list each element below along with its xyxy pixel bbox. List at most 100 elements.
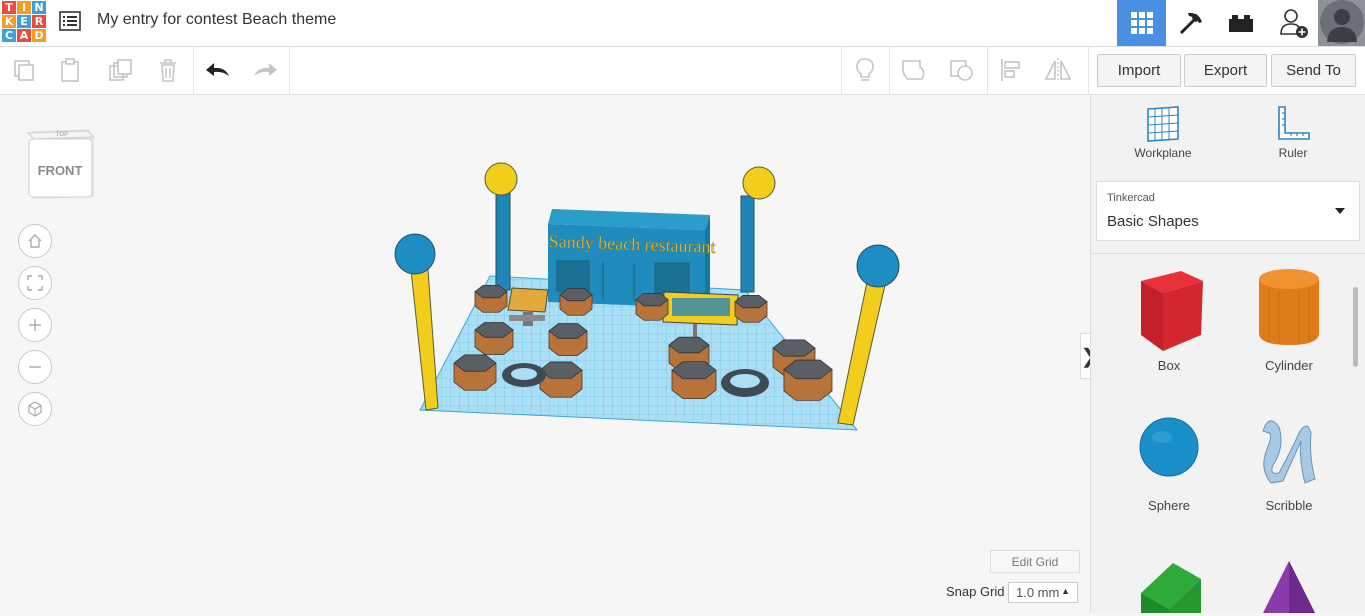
add-user-icon bbox=[1279, 9, 1308, 38]
shape-sphere[interactable]: Sphere bbox=[1119, 407, 1219, 513]
paste-icon bbox=[61, 58, 79, 82]
scene: Sandy beach restaurant bbox=[394, 162, 900, 431]
roof-icon bbox=[1141, 563, 1201, 613]
shape-roof[interactable] bbox=[1119, 553, 1219, 616]
shape-label: Scribble bbox=[1265, 498, 1313, 513]
stool bbox=[548, 323, 588, 356]
shape-label: Box bbox=[1157, 358, 1181, 373]
sphere-icon bbox=[1139, 417, 1199, 477]
workplane-label: Workplane bbox=[1134, 146, 1192, 160]
snap-grid-label: Snap Grid bbox=[946, 584, 1005, 599]
scribble-icon bbox=[1262, 420, 1316, 484]
shape-box[interactable]: Box bbox=[1119, 265, 1219, 373]
stool bbox=[453, 354, 497, 391]
library-category: Tinkercad bbox=[1107, 192, 1155, 204]
stool bbox=[671, 361, 717, 400]
design-list-icon[interactable] bbox=[59, 10, 81, 32]
stool bbox=[734, 294, 768, 323]
blue-pole-back-left bbox=[484, 162, 518, 291]
duplicate-button[interactable] bbox=[105, 55, 135, 85]
shape-label: Cylinder bbox=[1265, 358, 1313, 373]
paste-button[interactable] bbox=[56, 55, 86, 85]
workplane-tool[interactable]: Workplane bbox=[1118, 105, 1208, 160]
ruler-tool[interactable]: Ruler bbox=[1248, 105, 1338, 160]
redo-button[interactable] bbox=[250, 55, 280, 85]
logo-letter: I bbox=[17, 1, 31, 14]
design-title[interactable]: My entry for contest Beach theme bbox=[97, 11, 336, 29]
redo-icon bbox=[254, 63, 277, 76]
bricks-button[interactable] bbox=[1216, 0, 1265, 46]
pickaxe-icon bbox=[1179, 12, 1202, 35]
import-button[interactable]: Import bbox=[1097, 54, 1181, 87]
ruler-label: Ruler bbox=[1278, 146, 1308, 160]
stool bbox=[539, 361, 583, 398]
logo-letter: A bbox=[17, 29, 31, 42]
export-button[interactable]: Export bbox=[1184, 54, 1267, 87]
shape-scribble[interactable]: Scribble bbox=[1239, 407, 1339, 513]
top-header: TIN KER CAD My entry for contest Beach the… bbox=[0, 0, 1365, 47]
grid-icon bbox=[1130, 12, 1153, 34]
library-name: Basic Shapes bbox=[1107, 213, 1199, 230]
yellow-pole-front-right bbox=[837, 244, 900, 426]
shape-cylinder[interactable]: Cylinder bbox=[1239, 265, 1339, 373]
stool bbox=[474, 284, 508, 313]
align-icon bbox=[1001, 59, 1020, 81]
edit-grid-button[interactable]: Edit Grid bbox=[990, 550, 1080, 573]
copy-button[interactable] bbox=[9, 55, 39, 85]
logo-letter: R bbox=[32, 15, 46, 28]
snap-grid-select[interactable]: 1.0 mm ▲ bbox=[1008, 582, 1078, 603]
tire-left bbox=[502, 363, 546, 387]
box-icon bbox=[1141, 271, 1203, 351]
delete-button[interactable] bbox=[153, 55, 183, 85]
tinkercad-logo[interactable]: TIN KER CAD bbox=[2, 1, 46, 43]
shape-label: Sphere bbox=[1148, 498, 1190, 513]
logo-letter: K bbox=[2, 15, 16, 28]
mirror-icon bbox=[1044, 58, 1072, 82]
shape-library-dropdown[interactable]: Tinkercad Basic Shapes bbox=[1096, 181, 1360, 241]
undo-button[interactable] bbox=[203, 55, 233, 85]
cylinder-icon bbox=[1259, 269, 1319, 345]
tire-right bbox=[721, 369, 769, 397]
notes-light-button[interactable] bbox=[850, 55, 880, 85]
invite-user-button[interactable] bbox=[1268, 0, 1317, 46]
stool bbox=[474, 322, 514, 355]
lightbulb-icon bbox=[856, 58, 874, 81]
align-button[interactable] bbox=[996, 55, 1026, 85]
panel-scrollbar[interactable] bbox=[1353, 287, 1358, 367]
workplane-icon bbox=[1147, 106, 1179, 142]
logo-letter: E bbox=[17, 15, 31, 28]
group-button[interactable] bbox=[899, 55, 929, 85]
picnic-table bbox=[507, 287, 549, 326]
logo-letter: C bbox=[2, 29, 16, 42]
dropdown-caret-icon bbox=[1335, 208, 1345, 214]
group-icon bbox=[902, 60, 925, 80]
copy-icon bbox=[14, 60, 34, 81]
edit-toolbar: Import Export Send To bbox=[0, 47, 1365, 95]
trash-icon bbox=[160, 59, 176, 82]
ungroup-button[interactable] bbox=[947, 55, 977, 85]
ungroup-icon bbox=[950, 60, 973, 81]
bricks-icon bbox=[1228, 15, 1253, 32]
stool bbox=[559, 287, 593, 316]
workplane-viewport[interactable]: TOP FRONT Sandy beach restaurant ❯ Edit … bbox=[0, 95, 1097, 613]
3d-design-grid-button[interactable] bbox=[1117, 0, 1166, 46]
undo-icon bbox=[206, 63, 229, 76]
duplicate-icon bbox=[109, 59, 132, 81]
blocks-editor-button[interactable] bbox=[1166, 0, 1215, 46]
blue-pole-back-right bbox=[740, 166, 776, 293]
shapes-panel: Workplane Ruler Tinkercad Basic Shapes B… bbox=[1090, 95, 1365, 613]
logo-letter: D bbox=[32, 29, 46, 42]
cone-icon bbox=[1263, 561, 1315, 613]
caret-up-icon: ▲ bbox=[1061, 586, 1070, 596]
logo-letter: N bbox=[32, 1, 46, 14]
mirror-button[interactable] bbox=[1043, 55, 1073, 85]
snap-grid-value: 1.0 mm bbox=[1016, 585, 1060, 600]
shape-cone[interactable] bbox=[1239, 553, 1339, 616]
stool bbox=[783, 359, 833, 401]
yellow-pole-front-left bbox=[394, 233, 439, 411]
ruler-icon bbox=[1278, 106, 1310, 140]
logo-letter: T bbox=[2, 1, 16, 14]
stool bbox=[635, 292, 669, 321]
send-to-button[interactable]: Send To bbox=[1271, 54, 1356, 87]
user-avatar[interactable] bbox=[1318, 0, 1365, 46]
